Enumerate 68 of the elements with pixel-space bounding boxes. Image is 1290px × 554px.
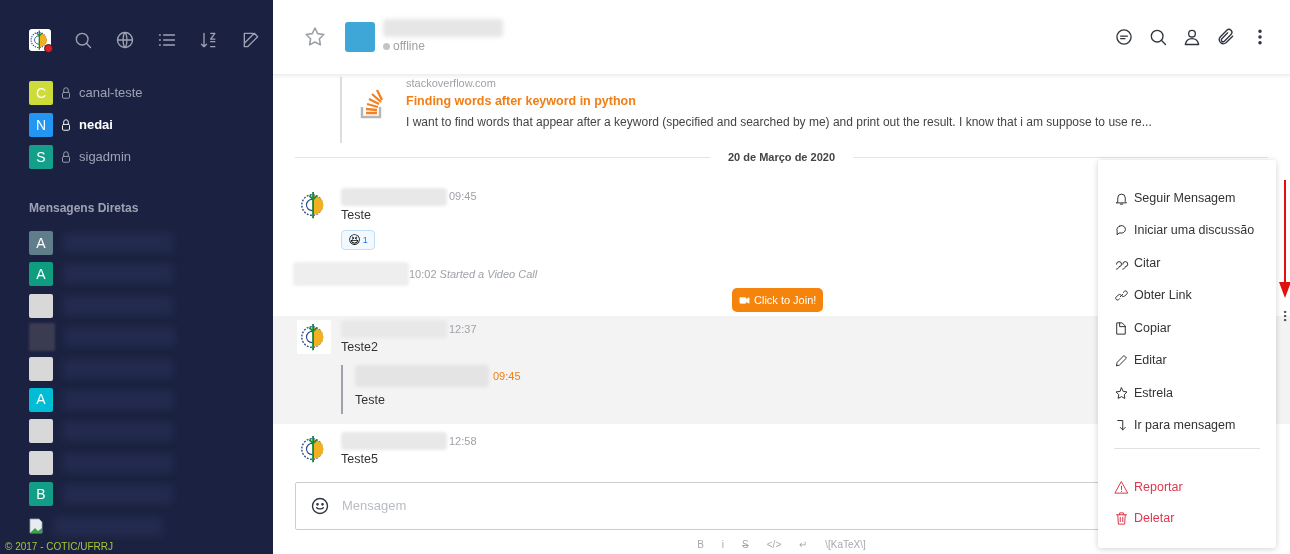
format-button[interactable]: S xyxy=(742,537,749,552)
format-button[interactable]: i xyxy=(721,537,725,552)
status-text: offline xyxy=(393,38,425,55)
search-icon[interactable] xyxy=(73,30,93,50)
channel-item[interactable]: canal-teste xyxy=(79,83,143,103)
format-button[interactable]: </> xyxy=(766,537,782,552)
bell-icon xyxy=(1114,190,1129,206)
menu-item[interactable]: Iniciar uma discussão xyxy=(1114,214,1260,247)
trash-icon xyxy=(1114,511,1129,527)
broken-image-icon xyxy=(29,517,43,534)
quote-text: Teste xyxy=(355,392,386,409)
message-text: Teste2 xyxy=(341,339,379,357)
warning-icon xyxy=(1114,479,1129,495)
menu-item[interactable]: Editar xyxy=(1114,344,1260,377)
message-time: 12:58 xyxy=(449,433,477,449)
channel-avatar: C xyxy=(29,81,53,105)
avatar-placeholder[interactable] xyxy=(29,419,53,444)
search-icon[interactable] xyxy=(1148,27,1168,47)
contact-avatar[interactable]: B xyxy=(29,482,53,507)
format-button[interactable]: \[KaTeX\] xyxy=(825,537,866,552)
menu-item[interactable]: Ir para mensagem xyxy=(1114,409,1260,442)
format-button[interactable]: B xyxy=(697,537,704,552)
pencil-icon xyxy=(1114,353,1129,369)
message-text: Teste5 xyxy=(341,450,379,468)
footer-text: © 2017 - COTIC/UFRRJ xyxy=(5,540,113,554)
join-call-button[interactable]: Click to Join! xyxy=(732,288,824,313)
avatar-placeholder[interactable] xyxy=(29,293,53,318)
contact-avatar[interactable]: A xyxy=(29,262,53,287)
menu-item[interactable]: Estrela xyxy=(1114,377,1260,410)
format-button[interactable]: ↵ xyxy=(799,537,808,552)
user-avatar[interactable] xyxy=(29,29,51,51)
menu-item[interactable]: Citar xyxy=(1114,247,1260,280)
link-description: I want to find words that appear after a keyword (specified and searched by me) and print out the result. I know that i am suppose to use re... xyxy=(406,113,1152,131)
link-icon xyxy=(1114,288,1129,304)
chat-icon[interactable] xyxy=(1114,27,1134,47)
channel-avatar: S xyxy=(29,145,53,169)
contact-avatar[interactable]: A xyxy=(29,231,53,255)
avatar-placeholder[interactable] xyxy=(29,450,53,475)
lock-icon xyxy=(59,150,73,164)
user-icon[interactable] xyxy=(1182,27,1202,47)
menu-item[interactable]: Copiar xyxy=(1114,312,1260,345)
star-icon xyxy=(1114,385,1129,401)
menu-item[interactable]: Obter Link xyxy=(1114,279,1260,312)
edit-icon[interactable] xyxy=(241,30,261,50)
contact-avatar[interactable]: A xyxy=(29,387,53,412)
globe-icon[interactable] xyxy=(115,30,135,50)
lock-icon xyxy=(59,118,73,132)
channel-item[interactable]: nedai xyxy=(79,115,113,135)
channel-avatar: N xyxy=(29,113,53,137)
channel-item[interactable]: sigadmin xyxy=(79,147,132,167)
stack-logo-icon xyxy=(360,89,384,119)
paperclip-icon[interactable] xyxy=(1216,27,1236,47)
message-text: Teste xyxy=(341,206,372,224)
lock-icon xyxy=(59,86,73,100)
section-heading: Mensagens Diretas xyxy=(29,200,140,217)
copy-icon xyxy=(1114,320,1129,336)
message-time: 12:37 xyxy=(449,322,477,337)
message-time: 09:45 xyxy=(449,189,477,205)
menu-item[interactable]: Seguir Mensagem xyxy=(1114,182,1260,215)
emoji-icon[interactable] xyxy=(310,496,330,516)
date-divider: 20 de Março de 2020 xyxy=(728,150,835,165)
system-message: 10:02 Started a Video Call xyxy=(409,267,538,282)
link-title[interactable]: Finding words after keyword in python xyxy=(406,92,1152,111)
star-icon[interactable] xyxy=(303,25,327,49)
avatar-placeholder[interactable] xyxy=(29,356,53,381)
quote-time[interactable]: 09:45 xyxy=(493,367,521,385)
link-site[interactable]: stackoverflow.com xyxy=(406,77,496,90)
video-icon xyxy=(739,294,750,306)
